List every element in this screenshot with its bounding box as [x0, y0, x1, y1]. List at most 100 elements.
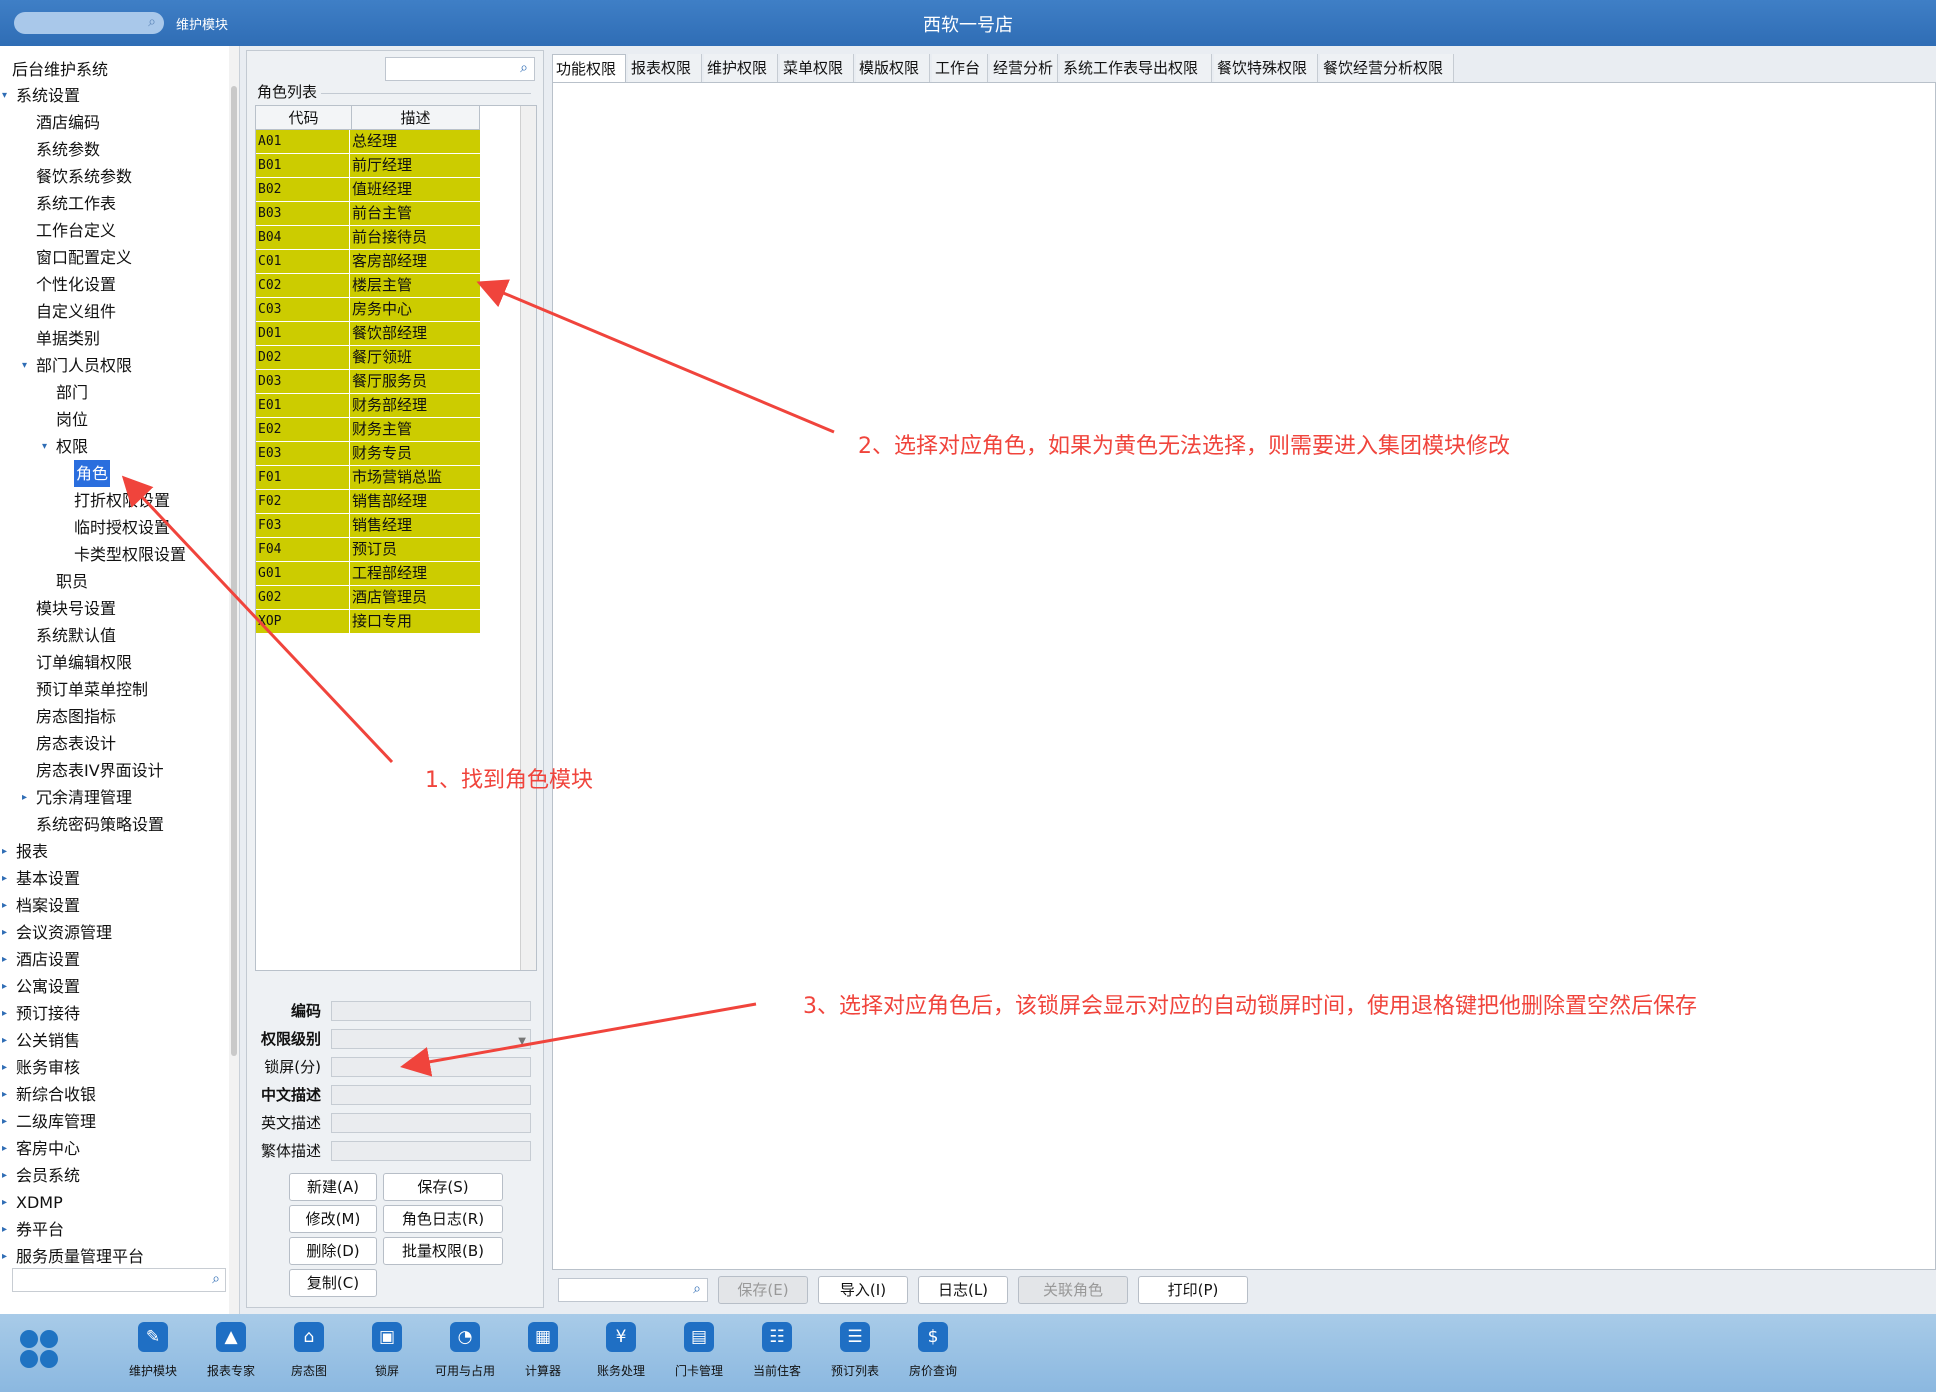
chevron-right-icon[interactable]: ▸: [2, 1243, 7, 1270]
tree-search-input[interactable]: ⌕: [12, 1268, 226, 1292]
en-desc-field[interactable]: [331, 1113, 531, 1133]
role-log-button[interactable]: 角色日志(R): [383, 1205, 503, 1233]
permission-tab[interactable]: 经营分析: [990, 54, 1058, 82]
start-menu-icon[interactable]: [20, 1330, 60, 1370]
sidebar-item[interactable]: ▸ 公关销售: [0, 1027, 230, 1054]
permission-tab[interactable]: 系统工作表导出权限: [1060, 54, 1212, 82]
chevron-right-icon[interactable]: ▸: [2, 919, 7, 946]
chevron-right-icon[interactable]: ▸: [2, 973, 7, 1000]
sidebar-item[interactable]: ▸ 冗余清理管理: [0, 784, 230, 811]
role-row[interactable]: B02 值班经理: [256, 178, 480, 202]
chevron-right-icon[interactable]: ▸: [2, 1162, 7, 1189]
role-row[interactable]: C01 客房部经理: [256, 250, 480, 274]
chevron-right-icon[interactable]: ▸: [2, 1135, 7, 1162]
permission-tab[interactable]: 报表权限: [628, 54, 702, 82]
sidebar-item[interactable]: 系统参数: [0, 136, 230, 163]
edit-button[interactable]: 修改(M): [289, 1205, 377, 1233]
code-field[interactable]: [331, 1001, 531, 1021]
sidebar-item[interactable]: ▸ 账务审核: [0, 1054, 230, 1081]
role-row[interactable]: C03 房务中心: [256, 298, 480, 322]
sidebar-item[interactable]: 单据类别: [0, 325, 230, 352]
sidebar-item[interactable]: ▸ 券平台: [0, 1216, 230, 1243]
role-row[interactable]: E03 财务专员: [256, 442, 480, 466]
sidebar-item[interactable]: ▸ 服务质量管理平台: [0, 1243, 230, 1270]
new-button[interactable]: 新建(A): [289, 1173, 377, 1201]
role-row[interactable]: E01 财务部经理: [256, 394, 480, 418]
chevron-right-icon[interactable]: ▸: [2, 1000, 7, 1027]
batch-permission-button[interactable]: 批量权限(B): [383, 1237, 503, 1265]
sidebar-item[interactable]: 订单编辑权限: [0, 649, 230, 676]
level-select[interactable]: ▼: [331, 1029, 531, 1049]
sidebar-item[interactable]: ▸ 基本设置: [0, 865, 230, 892]
role-search-input[interactable]: ⌕: [385, 57, 535, 81]
column-header-code[interactable]: 代码: [256, 106, 352, 130]
chevron-right-icon[interactable]: ▸: [22, 784, 27, 811]
sidebar-item[interactable]: 打折权限设置: [0, 487, 230, 514]
delete-button[interactable]: 删除(D): [289, 1237, 377, 1265]
sidebar-item[interactable]: ▸ 二级库管理: [0, 1108, 230, 1135]
sidebar-item[interactable]: ▸ 新综合收银: [0, 1081, 230, 1108]
chevron-right-icon[interactable]: ▸: [2, 865, 7, 892]
permission-tab[interactable]: 餐饮经营分析权限: [1320, 54, 1454, 82]
tw-desc-field[interactable]: [331, 1141, 531, 1161]
sidebar-item[interactable]: 工作台定义: [0, 217, 230, 244]
role-row[interactable]: C02 楼层主管: [256, 274, 480, 298]
chevron-right-icon[interactable]: ▸: [2, 1027, 7, 1054]
sidebar-item[interactable]: 系统默认值: [0, 622, 230, 649]
taskbar-item[interactable]: ▤ 门卡管理: [660, 1322, 738, 1388]
role-table-scrollbar[interactable]: [520, 106, 536, 970]
chevron-right-icon[interactable]: ▸: [2, 946, 7, 973]
sidebar-item[interactable]: ▸ XDMP: [0, 1189, 230, 1216]
sidebar-item[interactable]: 部门: [0, 379, 230, 406]
lock-minutes-field[interactable]: [331, 1057, 531, 1077]
role-row[interactable]: D03 餐厅服务员: [256, 370, 480, 394]
taskbar-item[interactable]: ⌂ 房态图: [270, 1322, 348, 1388]
sidebar-item[interactable]: 酒店编码: [0, 109, 230, 136]
role-row[interactable]: D02 餐厅领班: [256, 346, 480, 370]
taskbar-item[interactable]: ☰ 预订列表: [816, 1322, 894, 1388]
role-row[interactable]: F03 销售经理: [256, 514, 480, 538]
sidebar-item[interactable]: ▸ 会议资源管理: [0, 919, 230, 946]
sidebar-item[interactable]: 预订单菜单控制: [0, 676, 230, 703]
taskbar-item[interactable]: $ 房价查询: [894, 1322, 972, 1388]
role-row[interactable]: XOP 接口专用: [256, 610, 480, 634]
role-row[interactable]: F01 市场营销总监: [256, 466, 480, 490]
taskbar-item[interactable]: ▲ 报表专家: [192, 1322, 270, 1388]
chevron-down-icon[interactable]: ▾: [22, 352, 27, 379]
taskbar-item[interactable]: ◔ 可用与占用: [426, 1322, 504, 1388]
sidebar-item[interactable]: ▸ 公寓设置: [0, 973, 230, 1000]
copy-button[interactable]: 复制(C): [289, 1269, 377, 1297]
role-row[interactable]: G02 酒店管理员: [256, 586, 480, 610]
permission-tab[interactable]: 维护权限: [704, 54, 778, 82]
sidebar-item[interactable]: 岗位: [0, 406, 230, 433]
zh-desc-field[interactable]: [331, 1085, 531, 1105]
sidebar-item[interactable]: ▸ 客房中心: [0, 1135, 230, 1162]
tree-root[interactable]: 后台维护系统: [12, 56, 108, 80]
sidebar-item[interactable]: ▸ 预订接待: [0, 1000, 230, 1027]
sidebar-item[interactable]: ▾ 部门人员权限: [0, 352, 230, 379]
sidebar-item[interactable]: ▾ 权限: [0, 433, 230, 460]
log-button[interactable]: 日志(L): [918, 1276, 1008, 1304]
permission-tab[interactable]: 菜单权限: [780, 54, 854, 82]
sidebar-item[interactable]: 自定义组件: [0, 298, 230, 325]
sidebar-item[interactable]: 系统工作表: [0, 190, 230, 217]
sidebar-item[interactable]: 角色: [0, 460, 230, 487]
scrollbar-thumb[interactable]: [231, 86, 237, 1056]
sidebar-item[interactable]: 窗口配置定义: [0, 244, 230, 271]
sidebar-item[interactable]: 房态表设计: [0, 730, 230, 757]
sidebar-item[interactable]: ▸ 档案设置: [0, 892, 230, 919]
sidebar-item[interactable]: ▸ 报表: [0, 838, 230, 865]
role-row[interactable]: B04 前台接待员: [256, 226, 480, 250]
role-row[interactable]: D01 餐饮部经理: [256, 322, 480, 346]
sidebar-item[interactable]: ▾ 系统设置: [0, 82, 230, 109]
permission-tab[interactable]: 功能权限: [552, 54, 626, 82]
sidebar-item[interactable]: 系统密码策略设置: [0, 811, 230, 838]
sidebar-item[interactable]: ▸ 酒店设置: [0, 946, 230, 973]
sidebar-item[interactable]: 临时授权设置: [0, 514, 230, 541]
chevron-right-icon[interactable]: ▸: [2, 892, 7, 919]
chevron-right-icon[interactable]: ▸: [2, 1054, 7, 1081]
chevron-right-icon[interactable]: ▸: [2, 838, 7, 865]
sidebar-item[interactable]: 模块号设置: [0, 595, 230, 622]
role-row[interactable]: E02 财务主管: [256, 418, 480, 442]
permission-tab[interactable]: 模版权限: [856, 54, 930, 82]
